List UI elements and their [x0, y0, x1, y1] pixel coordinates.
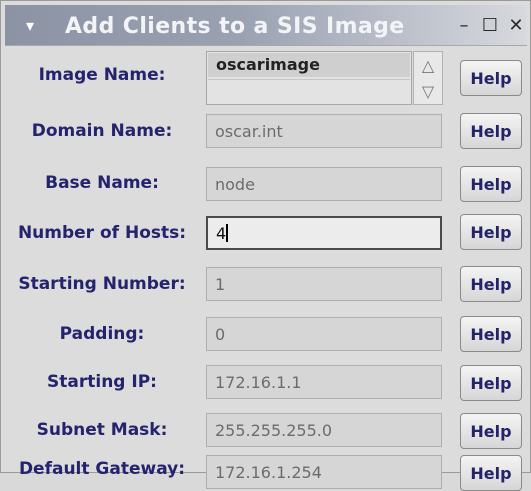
subnet-mask-field[interactable]: 255.255.255.0 [206, 413, 442, 447]
image-name-option[interactable]: oscarimage [208, 53, 410, 77]
text-caret [226, 224, 229, 242]
scroll-up-icon[interactable]: △ [417, 54, 439, 76]
subnet-mask-label: Subnet Mask: [36, 420, 168, 440]
padding-label: Padding: [59, 324, 145, 344]
domain-name-field[interactable]: oscar.int [206, 114, 442, 148]
window-title: Add Clients to a SIS Image [65, 14, 405, 39]
base-name-field[interactable]: node [206, 167, 442, 201]
close-icon[interactable]: ✕ [505, 15, 527, 36]
base-name-help-button[interactable]: Help [460, 166, 522, 202]
number-of-hosts-value: 4 [216, 224, 227, 243]
number-of-hosts-help-button[interactable]: Help [460, 214, 522, 250]
minimize-icon[interactable]: – [453, 15, 475, 36]
default-gateway-field[interactable]: 172.16.1.254 [206, 455, 442, 489]
image-name-empty-row [208, 79, 410, 103]
padding-field[interactable]: 0 [206, 317, 442, 351]
subnet-mask-help-button[interactable]: Help [460, 413, 522, 449]
scroll-down-icon[interactable]: ▽ [417, 80, 439, 102]
starting-number-field[interactable]: 1 [206, 267, 442, 301]
padding-help-button[interactable]: Help [460, 316, 522, 352]
default-gateway-help-button[interactable]: Help [460, 455, 522, 491]
image-name-help-button[interactable]: Help [460, 60, 522, 96]
starting-ip-help-button[interactable]: Help [460, 365, 522, 401]
title-bar[interactable]: ▾ Add Clients to a SIS Image – ☐ ✕ [5, 5, 527, 46]
image-name-scrollbar[interactable]: △ ▽ [413, 51, 443, 105]
domain-name-help-button[interactable]: Help [460, 113, 522, 149]
add-clients-window: ▾ Add Clients to a SIS Image – ☐ ✕ Image… [0, 0, 531, 491]
domain-name-label: Domain Name: [31, 121, 173, 141]
starting-number-label: Starting Number: [18, 274, 186, 294]
window-menu-icon[interactable]: ▾ [17, 18, 43, 34]
image-name-label: Image Name: [38, 65, 166, 85]
starting-ip-field[interactable]: 172.16.1.1 [206, 365, 442, 399]
starting-number-help-button[interactable]: Help [460, 266, 522, 302]
maximize-icon[interactable]: ☐ [479, 15, 501, 36]
default-gateway-label: Default Gateway: [18, 459, 186, 479]
starting-ip-label: Starting IP: [47, 372, 157, 392]
number-of-hosts-label: Number of Hosts: [17, 223, 187, 243]
image-name-list[interactable]: oscarimage [206, 51, 412, 105]
base-name-label: Base Name: [45, 173, 159, 193]
number-of-hosts-field[interactable]: 4 [206, 216, 442, 250]
